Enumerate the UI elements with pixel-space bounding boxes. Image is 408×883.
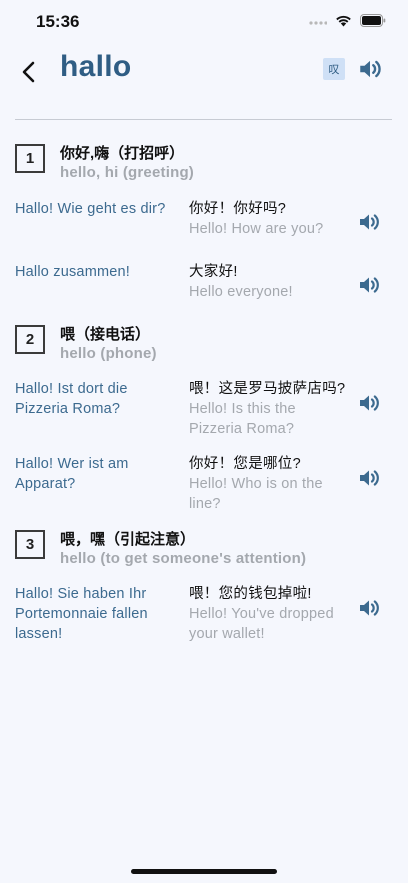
status-icons <box>309 14 386 27</box>
back-chevron-icon <box>22 61 35 83</box>
speaker-icon <box>360 395 379 411</box>
sense-english: hello (phone) <box>60 345 157 362</box>
status-bar: 15:36 <box>0 0 408 44</box>
sense-chinese: 你好,嗨（打招呼） <box>60 145 185 162</box>
example-speaker-button[interactable] <box>357 596 381 620</box>
speaker-icon <box>360 60 381 78</box>
speaker-icon <box>360 600 379 616</box>
word-header: hallo 叹 <box>0 44 408 100</box>
example-german[interactable]: Hallo! Sie haben Ihr Portemonnaie fallen… <box>15 584 180 644</box>
example-german[interactable]: Hallo! Wer ist am Apparat? <box>15 454 180 494</box>
sense-number: 2 <box>15 325 45 354</box>
home-indicator[interactable] <box>131 869 277 874</box>
wifi-icon <box>336 15 351 27</box>
sense-english: hello, hi (greeting) <box>60 164 194 181</box>
signal-icon <box>309 20 327 25</box>
speaker-icon <box>360 214 379 230</box>
sense-chinese: 喂（接电话） <box>60 326 151 343</box>
example-chinese: 你好！你好吗? <box>189 201 287 217</box>
example-german[interactable]: Hallo! Ist dort die Pizzeria Roma? <box>15 379 180 419</box>
example-chinese: 喂！您的钱包掉啦! <box>189 586 312 602</box>
example-speaker-button[interactable] <box>357 273 381 297</box>
example-german[interactable]: Hallo zusammen! <box>15 262 180 282</box>
speaker-icon <box>360 470 379 486</box>
example-chinese: 大家好! <box>189 264 238 280</box>
header-divider <box>15 119 392 120</box>
example-chinese: 喂！这是罗马披萨店吗? <box>189 381 346 397</box>
example-speaker-button[interactable] <box>357 391 381 415</box>
speaker-icon <box>360 277 379 293</box>
headword-speaker-button[interactable] <box>357 56 383 82</box>
battery-icon <box>360 14 386 27</box>
part-of-speech-badge[interactable]: 叹 <box>323 58 345 80</box>
sense-chinese: 喂，嘿（引起注意） <box>60 531 196 548</box>
example-english: Hello! Who is on the line? <box>189 476 323 512</box>
example-english: Hello! Is this the Pizzeria Roma? <box>189 401 296 437</box>
example-chinese: 你好！您是哪位? <box>189 456 301 472</box>
example-speaker-button[interactable] <box>357 210 381 234</box>
example-english: Hello everyone! <box>189 284 293 300</box>
sense-number: 3 <box>15 530 45 559</box>
example-english: Hello! You've dropped your wallet! <box>189 606 334 642</box>
sense-english: hello (to get someone's attention) <box>60 550 307 567</box>
status-time: 15:36 <box>36 12 80 31</box>
example-english: Hello! How are you? <box>189 221 324 237</box>
sense-number: 1 <box>15 144 45 173</box>
back-button[interactable] <box>18 58 42 86</box>
example-german[interactable]: Hallo! Wie geht es dir? <box>15 199 180 219</box>
headword-title: hallo <box>60 50 132 83</box>
example-speaker-button[interactable] <box>357 466 381 490</box>
